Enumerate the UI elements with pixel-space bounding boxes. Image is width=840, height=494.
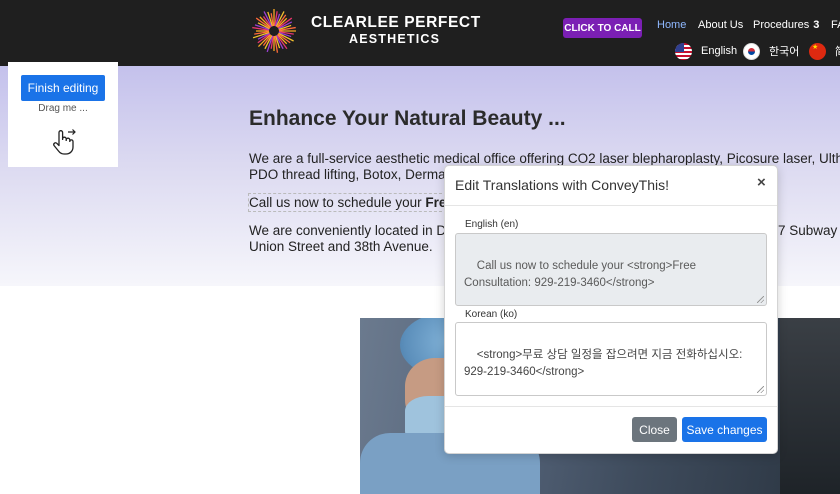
korea-flag-icon [743,42,760,60]
finish-editing-button[interactable]: Finish editing [21,75,105,101]
call-paragraph-text: Call us now to schedule your [249,195,426,210]
modal-footer-divider [445,406,777,407]
modal-title: Edit Translations with ConveyThis! [455,177,669,193]
photo-equipment [780,318,840,494]
nav-faq[interactable]: FA [831,19,840,31]
nav-about-us[interactable]: About Us [698,19,743,31]
source-language-label: English (en) [465,219,519,230]
translation-text-value: <strong>무료 상담 일정을 잡으려면 지금 전화하십시오: 929-21… [464,349,746,378]
nav-home-label: Home [657,19,687,31]
close-button[interactable]: Close [632,417,677,442]
modal-header-divider [445,205,777,206]
source-text-value: Call us now to schedule your <strong>Fre… [464,260,700,289]
resize-grip-icon[interactable] [757,296,764,303]
nav-procedures-count: 3 [813,19,820,31]
us-flag-icon [675,42,692,60]
logo-text-line1[interactable]: CLEARLEE PERFECT [311,14,481,32]
language-korean-label: 한국어 [769,46,800,58]
target-language-label: Korean (ko) [465,309,518,320]
drag-hand-icon[interactable] [51,128,77,156]
source-text-field: Call us now to schedule your <strong>Fre… [455,233,767,306]
site-header: CLEARLEE PERFECT AESTHETICS CLICK TO CAL… [0,0,840,66]
language-chinese[interactable]: 简 [809,42,840,60]
edit-translations-modal: Edit Translations with ConveyThis! × Eng… [444,165,778,454]
nav-faq-label: FA [831,19,840,31]
china-flag-icon [809,42,826,60]
translation-text-field[interactable]: <strong>무료 상담 일정을 잡으려면 지금 전화하십시오: 929-21… [455,322,767,396]
location-paragraph-line1-start: We are conveniently located in D [249,223,447,238]
nav-about-us-label: About Us [698,19,744,31]
call-paragraph[interactable]: Call us now to schedule your Fre [247,193,448,212]
save-changes-button[interactable]: Save changes [682,417,767,442]
drag-label: Drag me ... [38,103,88,114]
language-english[interactable]: English [675,42,737,60]
language-chinese-label: 简 [835,43,840,59]
editor-widget[interactable]: Finish editing Drag me ... [8,62,118,167]
location-paragraph-line2: Union Street and 38th Avenue. [249,239,433,254]
resize-grip-icon[interactable] [757,386,764,393]
logo-burst-icon[interactable] [249,6,299,56]
nav-home[interactable]: Home [657,19,686,31]
close-icon[interactable]: × [757,174,766,191]
logo-text-line2[interactable]: AESTHETICS [349,32,440,46]
location-paragraph-line1-end: 7 Subway Li [778,223,840,238]
language-english-label: English [701,45,738,57]
language-korean[interactable]: 한국어 [743,42,799,60]
page-title: Enhance Your Natural Beauty ... [249,107,566,130]
nav-procedures-label: Procedures [753,19,810,31]
intro-paragraph-line2: PDO thread lifting, Botox, Derma [249,167,446,182]
nav-procedures[interactable]: Procedures 3 [753,19,819,31]
click-to-call-button[interactable]: CLICK TO CALL [563,18,642,38]
